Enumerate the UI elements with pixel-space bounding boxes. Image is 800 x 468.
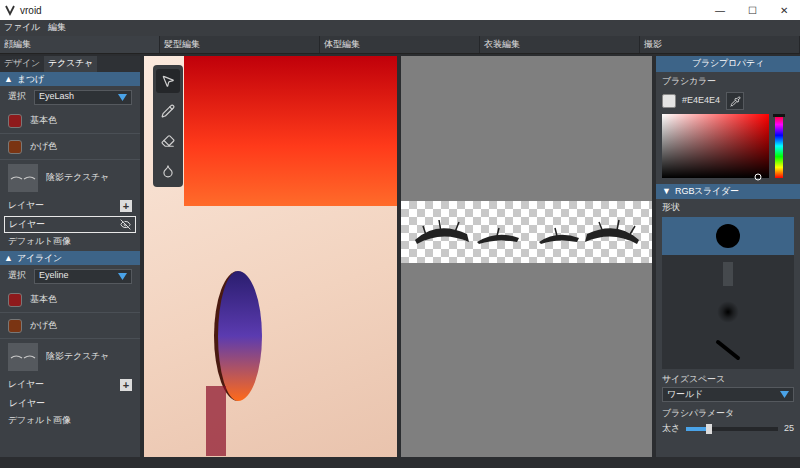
- eye-render: [214, 271, 262, 401]
- shade-texture-thumbnail[interactable]: [8, 164, 38, 192]
- dropdown-arrow-icon: [780, 391, 789, 398]
- tool-button[interactable]: [156, 159, 180, 183]
- select-row: 選択Eyeline: [0, 265, 140, 287]
- eyelash-texture-drawing: [407, 212, 647, 252]
- eye-off-icon[interactable]: [120, 219, 131, 230]
- select-row: 選択EyeLash: [0, 86, 140, 108]
- color-row[interactable]: かげ色: [0, 134, 140, 160]
- slider-thumb[interactable]: [706, 424, 712, 434]
- left-panel: デザインテクスチャ▲まつげ選択EyeLash基本色かげ色陰影テクスチャレイヤー+…: [0, 56, 140, 457]
- thickness-slider[interactable]: [686, 427, 778, 431]
- line-brush-icon: [715, 339, 741, 361]
- mode-tabs: 顔編集髪型編集体型編集衣装編集撮影: [0, 36, 800, 54]
- mode-tab[interactable]: 撮影: [640, 36, 800, 53]
- hue-marker[interactable]: [773, 114, 785, 117]
- lash-texture-icon: [10, 353, 36, 361]
- left-tab[interactable]: テクスチャ: [44, 56, 97, 72]
- hue-strip[interactable]: [775, 114, 783, 178]
- left-tab[interactable]: デザイン: [0, 56, 44, 72]
- shape-item[interactable]: [662, 255, 794, 293]
- texture-strip: [401, 201, 652, 263]
- pen-icon: [161, 104, 175, 118]
- texture-canvas[interactable]: [401, 56, 652, 457]
- app-window: vroid—☐✕ファイル編集顔編集髪型編集体型編集衣装編集撮影デザインテクスチャ…: [0, 0, 800, 468]
- color-swatch[interactable]: [8, 293, 22, 307]
- color-row[interactable]: かげ色: [0, 313, 140, 339]
- status-bar: [0, 457, 800, 468]
- layer-item[interactable]: レイヤー: [4, 216, 136, 233]
- dropdown-arrow-icon: [118, 273, 127, 280]
- eyedropper-icon: [730, 96, 741, 107]
- picker-cursor[interactable]: [755, 173, 762, 180]
- window-control-button[interactable]: ☐: [736, 3, 768, 18]
- shape-list: [662, 217, 794, 369]
- eraser-icon: [161, 134, 175, 148]
- texture-row: 陰影テクスチャ: [0, 339, 140, 375]
- layer-item[interactable]: レイヤー: [4, 395, 136, 412]
- menu-bar: ファイル編集: [0, 20, 800, 36]
- app-logo-icon: [4, 4, 16, 16]
- menu-item[interactable]: ファイル: [4, 21, 40, 35]
- add-layer-button[interactable]: +: [120, 200, 132, 212]
- color-swatch[interactable]: [8, 114, 22, 128]
- dropdown-arrow-icon: [118, 94, 127, 101]
- tool-button[interactable]: [156, 99, 180, 123]
- color-swatch[interactable]: [8, 319, 22, 333]
- rgb-slider-toggle[interactable]: ▼RGBスライダー: [656, 184, 800, 199]
- shape-item[interactable]: [662, 331, 794, 369]
- eyedropper-button[interactable]: [726, 92, 744, 110]
- right-panel: ブラシプロパティブラシカラー#E4E4E4▼RGBスライダー形状サイズスペースワ…: [656, 56, 800, 457]
- color-row[interactable]: 基本色: [0, 287, 140, 313]
- add-layer-button[interactable]: +: [120, 379, 132, 391]
- section-header[interactable]: ▲まつげ: [0, 72, 140, 86]
- default-image-item[interactable]: デフォルト画像: [0, 412, 140, 430]
- drop-icon: [161, 164, 175, 178]
- left-tabs: デザインテクスチャ: [0, 56, 140, 72]
- tool-button[interactable]: [156, 69, 180, 93]
- section-toggle[interactable]: ▲: [4, 254, 13, 263]
- round-brush-icon: [716, 224, 740, 248]
- tool-button[interactable]: [156, 129, 180, 153]
- shape-item[interactable]: [662, 217, 794, 255]
- viewport[interactable]: [144, 56, 397, 457]
- layers-header: レイヤー+: [0, 375, 140, 395]
- mode-tab[interactable]: 顔編集: [0, 36, 160, 53]
- section-toggle[interactable]: ▲: [4, 75, 13, 84]
- texture-section: ▲まつげ選択EyeLash基本色かげ色陰影テクスチャレイヤー+レイヤーデフォルト…: [0, 72, 140, 251]
- tool-palette: [153, 65, 183, 187]
- soft-brush-icon: [717, 301, 739, 323]
- mode-tab[interactable]: 髪型編集: [160, 36, 320, 53]
- window-control-button[interactable]: ✕: [768, 3, 800, 18]
- default-image-item[interactable]: デフォルト画像: [0, 233, 140, 251]
- shape-item[interactable]: [662, 293, 794, 331]
- pointer-icon: [161, 74, 175, 88]
- color-swatch[interactable]: [8, 140, 22, 154]
- color-row[interactable]: 基本色: [0, 108, 140, 134]
- color-picker-square[interactable]: [662, 114, 769, 178]
- title-bar: vroid—☐✕: [0, 0, 800, 20]
- brush-color-swatch[interactable]: [662, 94, 676, 108]
- select-dropdown[interactable]: Eyeline: [34, 269, 132, 284]
- mode-tab[interactable]: 体型編集: [320, 36, 480, 53]
- layers-header: レイヤー+: [0, 196, 140, 216]
- thickness-value: 25: [784, 422, 794, 436]
- brush-color-hex: #E4E4E4: [682, 94, 720, 108]
- param-row: 太さ25: [662, 422, 794, 436]
- section-header[interactable]: ▲アイライン: [0, 251, 140, 265]
- select-dropdown[interactable]: EyeLash: [34, 90, 132, 105]
- square-brush-icon: [723, 262, 733, 286]
- window-control-button[interactable]: —: [704, 3, 736, 18]
- hair-render: [184, 56, 397, 206]
- texture-section: ▲アイライン選択Eyeline基本色かげ色陰影テクスチャレイヤー+レイヤーデフォ…: [0, 251, 140, 430]
- lash-texture-icon: [10, 174, 36, 182]
- mode-tab[interactable]: 衣装編集: [480, 36, 640, 53]
- shade-texture-thumbnail[interactable]: [8, 343, 38, 371]
- hair-strand-render: [206, 386, 226, 456]
- panel-header: ブラシプロパティ: [656, 56, 800, 72]
- main-area: デザインテクスチャ▲まつげ選択EyeLash基本色かげ色陰影テクスチャレイヤー+…: [0, 56, 800, 457]
- size-space-dropdown[interactable]: ワールド: [662, 387, 794, 402]
- menu-item[interactable]: 編集: [48, 21, 66, 35]
- texture-row: 陰影テクスチャ: [0, 160, 140, 196]
